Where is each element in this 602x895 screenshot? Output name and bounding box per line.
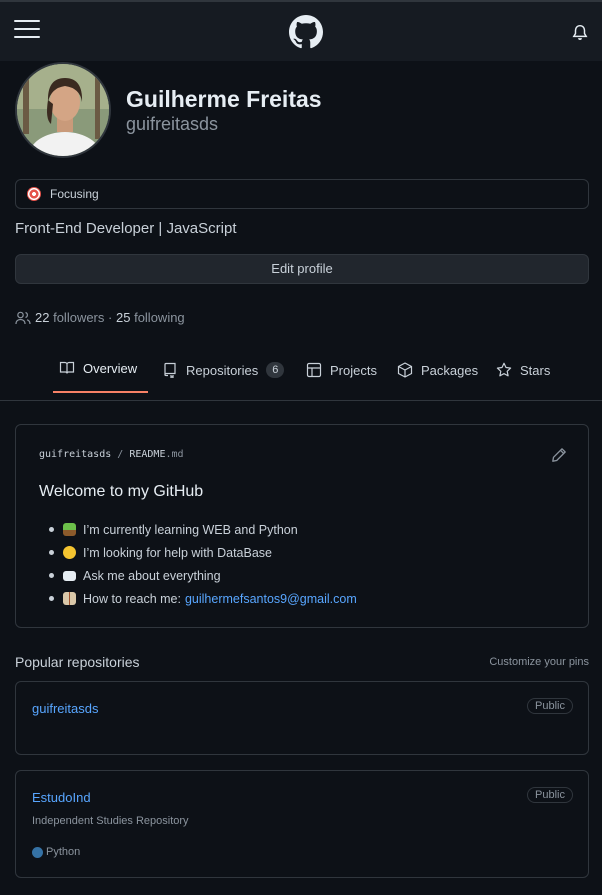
tab-label: Stars xyxy=(520,362,551,378)
visibility-badge: Public xyxy=(527,698,573,714)
dart-emoji xyxy=(27,187,41,201)
list-item: I’m looking for help with DataBase xyxy=(49,541,357,564)
repo-name-link[interactable]: guifreitasds xyxy=(32,701,98,716)
readme-path: guifreitasds / README.md xyxy=(39,449,184,460)
popular-repos-title: Popular repositories xyxy=(15,654,140,670)
repo-count-badge: 6 xyxy=(266,362,285,378)
following-label[interactable]: following xyxy=(134,310,185,325)
tab-label: Overview xyxy=(83,360,138,376)
item-text: I’m looking for help with DataBase xyxy=(83,545,272,560)
speech-emoji xyxy=(63,570,76,581)
customize-pins-link[interactable]: Customize your pins xyxy=(489,656,589,668)
path-separator: / xyxy=(117,449,124,460)
profile-bio: Front-End Developer | JavaScript xyxy=(15,220,237,237)
language-color-dot xyxy=(32,846,43,858)
list-item: How to reach me: guilhermefsantos9@gmail.… xyxy=(49,587,357,610)
item-text: How to reach me: xyxy=(83,591,181,606)
readme-title: Welcome to my GitHub xyxy=(39,483,204,500)
item-text: Ask me about everything xyxy=(83,568,221,583)
email-link[interactable]: guilhermefsantos9@gmail.com xyxy=(185,592,357,606)
profile-tabs: Overview Repositories 6 Projects Package… xyxy=(0,345,602,401)
tab-repositories[interactable]: Repositories 6 xyxy=(162,345,285,395)
edit-profile-button[interactable]: Edit profile xyxy=(15,254,589,284)
readme-ext: .md xyxy=(165,449,184,460)
readme-list: I’m currently learning WEB and Python I’… xyxy=(49,518,357,610)
list-item: I’m currently learning WEB and Python xyxy=(49,518,357,541)
repo-card: EstudoInd Public Independent Studies Rep… xyxy=(15,770,589,878)
list-item: Ask me about everything xyxy=(49,564,357,587)
following-count[interactable]: 25 xyxy=(116,310,130,325)
follow-stats: 22 followers · 25 following xyxy=(15,310,185,325)
top-bar xyxy=(0,0,602,61)
tab-label: Projects xyxy=(330,362,377,378)
tab-label: Packages xyxy=(421,362,479,378)
book-emoji xyxy=(63,592,76,605)
thinking-emoji xyxy=(63,546,76,559)
repo-name-link[interactable]: EstudoInd xyxy=(32,790,91,805)
follow-separator: · xyxy=(108,310,113,325)
tab-projects[interactable]: Projects xyxy=(306,345,377,395)
tab-overview[interactable]: Overview xyxy=(53,345,148,393)
tab-stars[interactable]: Stars xyxy=(496,345,550,395)
profile-login: guifreitasds xyxy=(126,114,219,134)
readme-owner[interactable]: guifreitasds xyxy=(39,449,111,460)
hamburger-icon[interactable] xyxy=(14,20,40,42)
visibility-badge: Public xyxy=(527,787,573,803)
github-logo-icon[interactable] xyxy=(289,15,323,49)
avatar-photo xyxy=(17,64,109,156)
pencil-icon[interactable] xyxy=(551,447,567,463)
seedling-emoji xyxy=(63,523,76,536)
readme-file[interactable]: README xyxy=(129,449,165,460)
followers-count[interactable]: 22 xyxy=(35,310,49,325)
package-icon xyxy=(397,362,413,378)
people-icon xyxy=(15,311,31,324)
profile-name: Guilherme Freitas xyxy=(126,86,322,112)
repo-icon xyxy=(164,362,176,378)
status-button[interactable]: Focusing xyxy=(15,179,589,209)
item-text: I’m currently learning WEB and Python xyxy=(83,522,298,537)
tab-label: Repositories xyxy=(186,362,259,378)
bell-icon[interactable] xyxy=(571,24,589,42)
star-icon xyxy=(496,362,512,377)
repo-language: Python xyxy=(32,846,80,858)
repo-card: guifreitasds Public xyxy=(15,681,589,755)
status-text: Focusing xyxy=(50,187,99,201)
language-label: Python xyxy=(46,846,81,858)
table-icon xyxy=(306,362,322,378)
followers-label[interactable]: followers xyxy=(53,310,104,325)
avatar[interactable] xyxy=(15,62,111,158)
repo-description: Independent Studies Repository xyxy=(32,815,189,827)
book-icon xyxy=(59,361,75,374)
readme-card: guifreitasds / README.md Welcome to my G… xyxy=(15,424,589,628)
tab-packages[interactable]: Packages xyxy=(397,345,478,395)
